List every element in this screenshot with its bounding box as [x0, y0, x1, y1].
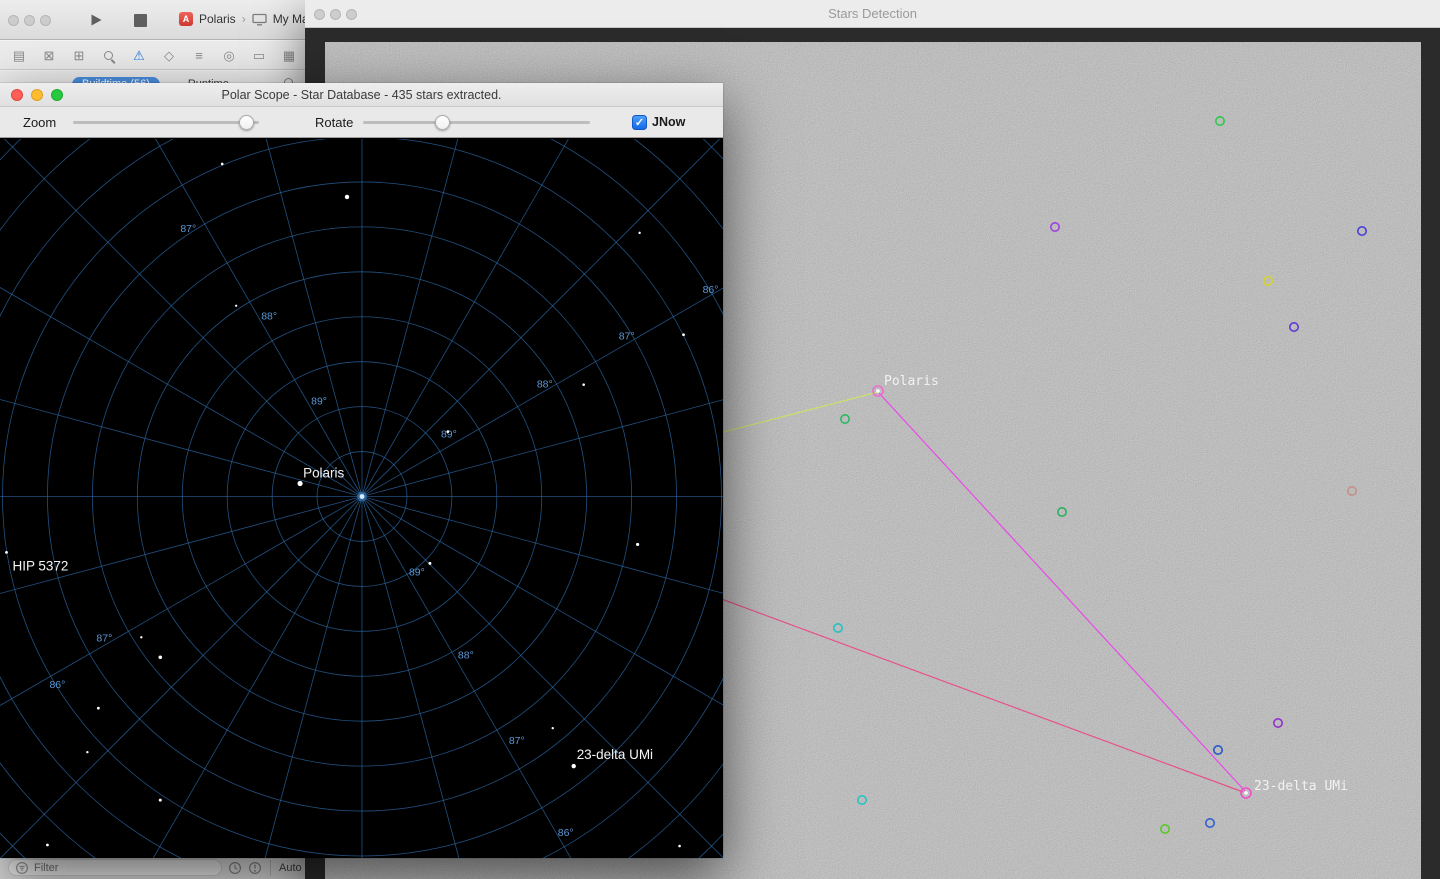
zoom-slider-track[interactable] [73, 121, 259, 124]
close-button[interactable] [8, 15, 19, 26]
report-navigator-icon[interactable]: ▭ [244, 41, 274, 70]
svg-text:89°: 89° [311, 397, 327, 408]
polar-scope-titlebar: Polar Scope - Star Database - 435 stars … [0, 83, 723, 107]
errors-only-icon[interactable] [248, 861, 262, 875]
zoom-slider-thumb[interactable] [238, 115, 254, 130]
stop-button[interactable] [134, 14, 147, 27]
jnow-checkbox[interactable]: ✓ [632, 115, 647, 130]
chevron-separator: › [241, 12, 246, 26]
scheme-app-icon: A [179, 12, 193, 26]
project-navigator-icon[interactable]: ▤ [4, 41, 34, 70]
checkmark-icon: ✓ [634, 117, 645, 129]
filter-input[interactable] [34, 861, 194, 874]
svg-text:88°: 88° [261, 312, 277, 323]
svg-text:86°: 86° [558, 828, 574, 839]
debug-navigator-icon[interactable]: ≡ [184, 41, 214, 70]
zoom-button[interactable] [40, 15, 51, 26]
svg-text:HIP 5372: HIP 5372 [12, 558, 68, 573]
extra-navigator-icon[interactable]: ▦ [274, 41, 304, 70]
play-icon [91, 14, 102, 26]
polar-scope-chart: 89° 88° 87° 89° 88° 87° 86° 89° 88° 87° 86° 87° 86° … [0, 139, 723, 858]
zoom-label: Zoom [23, 115, 57, 130]
svg-text:87°: 87° [180, 224, 196, 235]
svg-text:87°: 87° [619, 332, 635, 343]
breakpoint-navigator-icon[interactable]: ◎ [214, 41, 244, 70]
filter-field[interactable] [8, 859, 222, 876]
svg-text:86°: 86° [50, 680, 66, 691]
scheme-project-label: Polaris [199, 12, 236, 26]
scheme-selector[interactable]: A Polaris › My Mac [179, 12, 315, 26]
window-title: Stars Detection [828, 6, 917, 21]
jnow-label: JNow [652, 115, 686, 129]
rotate-slider-thumb[interactable] [435, 115, 451, 130]
minimize-button[interactable] [24, 15, 35, 26]
svg-text:88°: 88° [537, 380, 553, 391]
svg-text:89°: 89° [409, 567, 425, 578]
svg-text:23-delta UMi: 23-delta UMi [577, 747, 653, 762]
svg-text:Polaris: Polaris [303, 466, 344, 481]
stars-detection-titlebar: Stars Detection [305, 0, 1440, 28]
svg-text:Polaris: Polaris [884, 374, 939, 389]
polar-scope-toolbar: Zoom Rotate ✓ JNow [0, 107, 723, 138]
run-button[interactable] [88, 13, 104, 28]
zoom-slider[interactable] [73, 115, 259, 130]
rotate-slider[interactable] [363, 115, 590, 130]
source-control-navigator-icon[interactable]: ⊠ [34, 41, 64, 70]
svg-text:86°: 86° [703, 285, 719, 296]
svg-text:88°: 88° [458, 650, 474, 661]
polar-scope-window: Polar Scope - Star Database - 435 stars … [0, 83, 723, 858]
svg-text:87°: 87° [509, 736, 525, 747]
filter-icon [15, 861, 29, 874]
test-navigator-icon[interactable]: ◇ [154, 41, 184, 70]
symbol-navigator-icon[interactable]: ⊞ [64, 41, 94, 70]
divider [270, 859, 271, 876]
star-chart-canvas: 89°88°87°89°88°87°86°89°88°87°86°87°86° … [0, 139, 723, 858]
rotate-label: Rotate [315, 115, 354, 130]
find-navigator-icon[interactable] [94, 41, 124, 70]
device-icon [252, 13, 267, 25]
clock-icon[interactable] [228, 861, 242, 875]
rotate-slider-track[interactable] [363, 121, 590, 124]
svg-text:87°: 87° [96, 633, 112, 644]
auto-label[interactable]: Auto [279, 862, 302, 874]
window-title: Polar Scope - Star Database - 435 stars … [221, 88, 502, 102]
svg-text:23-delta UMi: 23-delta UMi [1254, 779, 1348, 794]
issue-navigator-icon[interactable]: ⚠ [124, 41, 154, 70]
